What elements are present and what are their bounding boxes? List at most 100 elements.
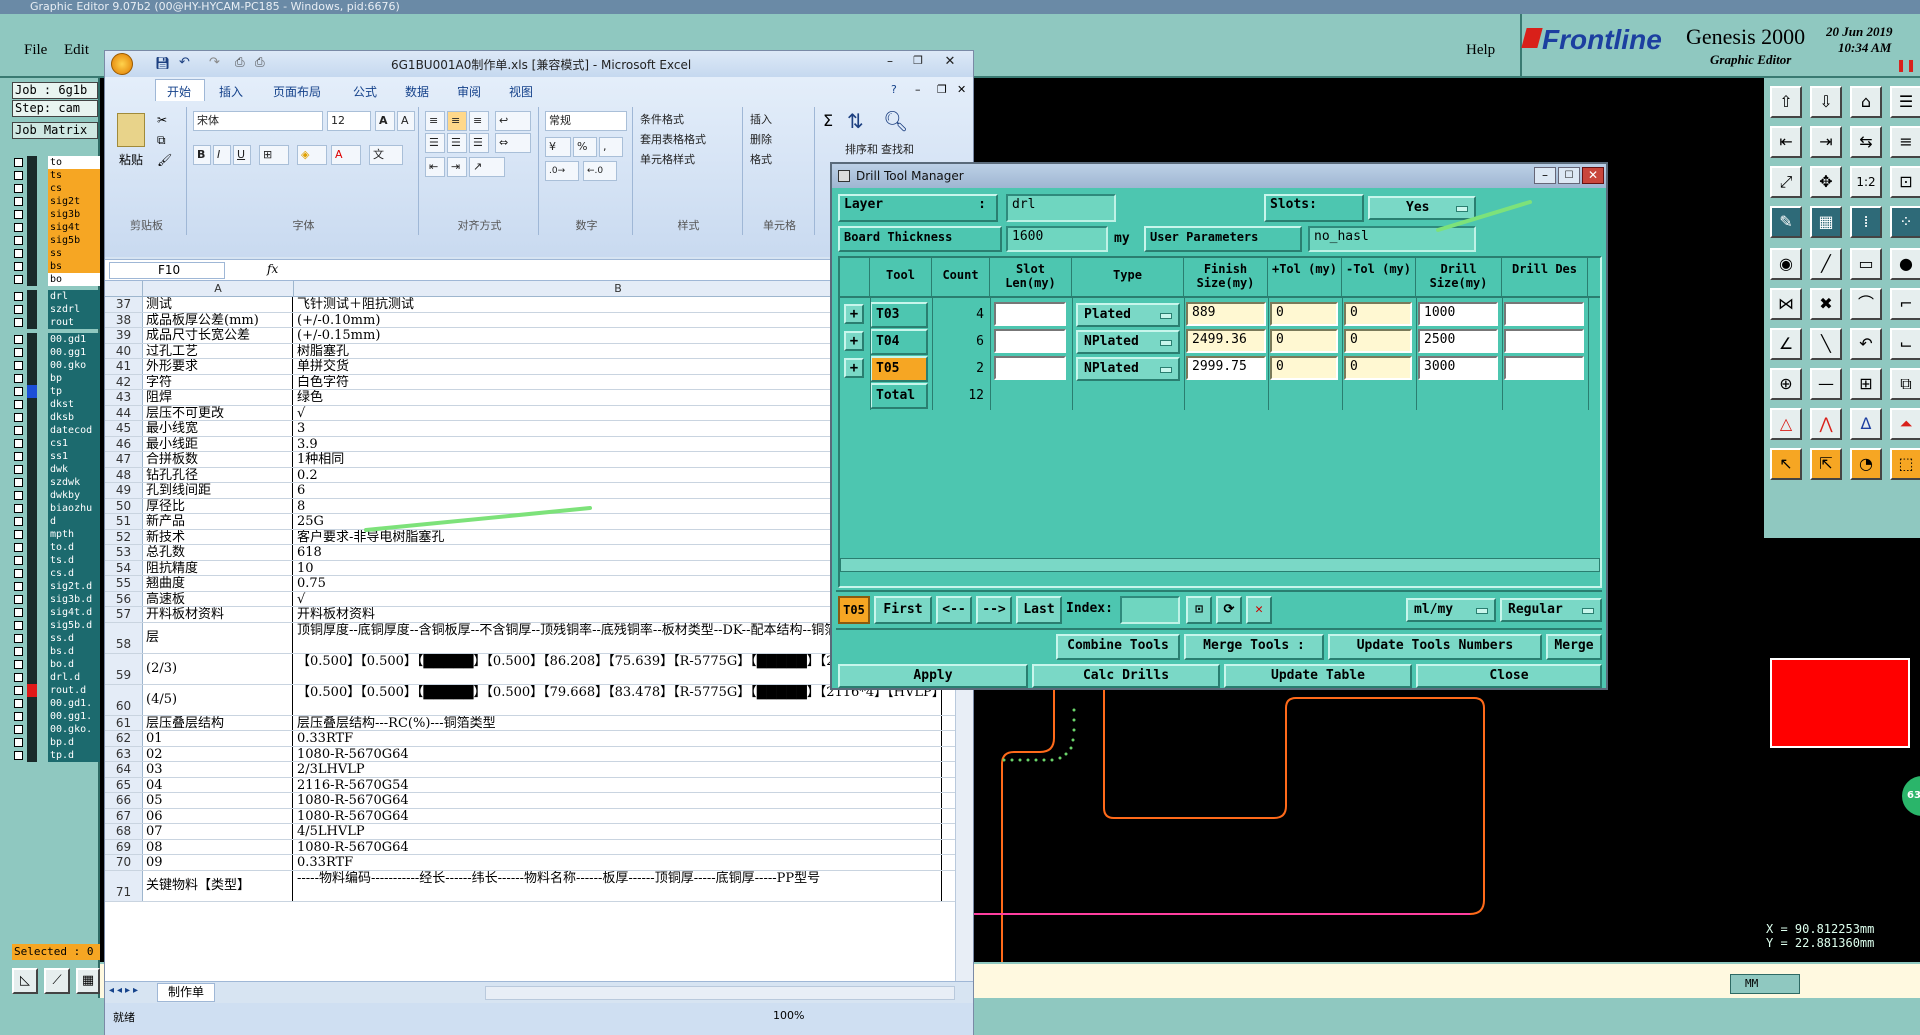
layer-checkbox[interactable]: [14, 569, 23, 578]
layer-checkbox[interactable]: [14, 673, 23, 682]
arc-icon[interactable]: ⌒: [1850, 288, 1882, 320]
format-cells-button[interactable]: 格式: [747, 151, 811, 171]
align-left-icon[interactable]: ☰: [425, 133, 445, 153]
redo-icon[interactable]: ↷: [209, 55, 220, 70]
merge-center-icon[interactable]: ⇔: [495, 133, 531, 153]
refresh-icon[interactable]: ⟳: [1216, 596, 1242, 624]
plus-tol-field[interactable]: 0: [1270, 302, 1338, 326]
expand-row-icon[interactable]: +: [844, 358, 864, 378]
layer-name[interactable]: 00.gg1: [48, 346, 100, 359]
cell-b[interactable]: 0.33RTF: [294, 855, 942, 870]
cell-b[interactable]: 1080-R-5670G64: [294, 839, 942, 854]
layer-color-chip[interactable]: [27, 169, 37, 182]
cell-styles-button[interactable]: 单元格样式: [637, 151, 739, 171]
layer-down-icon[interactable]: ⇩: [1810, 86, 1842, 118]
layer-name[interactable]: bo.d: [48, 658, 100, 671]
conditional-format-button[interactable]: 条件格式: [637, 111, 739, 131]
cell-b[interactable]: 2/3LHVLP: [294, 762, 942, 777]
layer-checkbox[interactable]: [14, 426, 23, 435]
layer-row[interactable]: ts: [14, 169, 100, 182]
layer-color-chip[interactable]: [27, 260, 37, 273]
find-select-label[interactable]: 查找和: [881, 141, 914, 157]
align-middle-icon[interactable]: ≡: [447, 111, 467, 131]
row-number[interactable]: 59: [105, 653, 143, 684]
tab-home[interactable]: 开始: [167, 83, 191, 100]
cell-a[interactable]: 合拼板数: [143, 452, 293, 467]
layer-color-chip[interactable]: [27, 398, 37, 411]
layer-color-chip[interactable]: [27, 554, 37, 567]
layer-checkbox[interactable]: [14, 621, 23, 630]
row-number[interactable]: 53: [105, 545, 143, 560]
indent-icon[interactable]: ⇥: [447, 157, 467, 177]
layer-name[interactable]: ss.d: [48, 632, 100, 645]
menu-file[interactable]: File: [24, 42, 47, 59]
orientation-icon[interactable]: ↗: [469, 157, 505, 177]
cell-a[interactable]: 总孔数: [143, 545, 293, 560]
row-number[interactable]: 51: [105, 514, 143, 529]
first-button[interactable]: First: [874, 596, 932, 624]
layer-checkbox[interactable]: [14, 387, 23, 396]
cell-a[interactable]: 阻焊: [143, 390, 293, 405]
cross-icon[interactable]: ✖: [1810, 288, 1842, 320]
ribbon-minimize[interactable]: –: [915, 83, 921, 96]
cell-a[interactable]: 02: [143, 746, 293, 761]
cell-a[interactable]: 06: [143, 808, 293, 823]
layer-name[interactable]: bs.d: [48, 645, 100, 658]
delta-icon[interactable]: Δ: [1850, 408, 1882, 440]
layer-row[interactable]: 00.gko.: [14, 723, 100, 736]
layer-checkbox[interactable]: [14, 647, 23, 656]
tab-page-layout[interactable]: 页面布局: [273, 83, 321, 100]
layer-color-chip[interactable]: [27, 450, 37, 463]
layer-row[interactable]: dkst: [14, 398, 100, 411]
layer-row[interactable]: 00.gko: [14, 359, 100, 372]
layer-color-chip[interactable]: [27, 528, 37, 541]
pointer-icon[interactable]: ↖: [1770, 448, 1802, 480]
currency-icon[interactable]: ¥: [545, 137, 571, 157]
cell-a[interactable]: 09: [143, 855, 293, 870]
tool-row[interactable]: + T04 6 NPlated 2499.36 0 0 2500: [840, 329, 1600, 355]
layer-checkbox[interactable]: [14, 184, 23, 193]
tab-data[interactable]: 数据: [405, 83, 429, 100]
cell-a[interactable]: 05: [143, 793, 293, 808]
type-dropdown[interactable]: Plated: [1076, 303, 1180, 327]
save-icon[interactable]: 💾︎: [155, 56, 170, 70]
layer-name[interactable]: d: [48, 515, 100, 528]
cut-icon[interactable]: ✂: [157, 113, 167, 127]
font-size-select[interactable]: 12: [327, 111, 371, 131]
layer-row[interactable]: rout.d: [14, 684, 100, 697]
layer-checkbox[interactable]: [14, 171, 23, 180]
units-dropdown[interactable]: MM: [1730, 974, 1800, 994]
cell-b[interactable]: 4/5LHVLP: [294, 824, 942, 839]
layer-name[interactable]: ts.d: [48, 554, 100, 567]
layer-row[interactable]: bo.d: [14, 658, 100, 671]
tool-name[interactable]: T03: [870, 302, 928, 328]
layer-color-chip[interactable]: [27, 489, 37, 502]
row-number[interactable]: 69: [105, 839, 143, 854]
layer-row[interactable]: sig4t.d: [14, 606, 100, 619]
finish-size-field[interactable]: 889: [1186, 302, 1266, 326]
expand-row-icon[interactable]: +: [844, 331, 864, 351]
update-tools-numbers-dropdown[interactable]: Update Tools Numbers: [1328, 634, 1542, 660]
lasso-icon[interactable]: ◔: [1850, 448, 1882, 480]
cell-a[interactable]: 翘曲度: [143, 576, 293, 591]
pan-icon[interactable]: ✥: [1810, 166, 1842, 198]
tool-row[interactable]: + T05 2 NPlated 2999.75 0 0 3000: [840, 356, 1600, 382]
layer-name[interactable]: bs: [48, 260, 100, 273]
paste-icon[interactable]: [117, 113, 145, 147]
row-number[interactable]: 66: [105, 793, 143, 808]
list-icon[interactable]: ☰: [1890, 86, 1920, 118]
layer-checkbox[interactable]: [14, 335, 23, 344]
percent-icon[interactable]: %: [573, 137, 597, 157]
cell-a[interactable]: 成品尺寸长宽公差: [143, 328, 293, 343]
layer-color-chip[interactable]: [27, 619, 37, 632]
nodes-icon[interactable]: ⁘: [1890, 206, 1920, 238]
minus-tol-field[interactable]: 0: [1344, 356, 1412, 380]
format-painter-icon[interactable]: 🖌︎: [157, 153, 172, 167]
tool-name[interactable]: T04: [870, 329, 928, 355]
step-field[interactable]: Step: cam: [12, 100, 98, 117]
layer-row[interactable]: dksb: [14, 411, 100, 424]
layer-row[interactable]: mpth: [14, 528, 100, 541]
layer-row[interactable]: sig4t: [14, 221, 100, 234]
row-number[interactable]: 38: [105, 312, 143, 327]
layer-color-chip[interactable]: [27, 372, 37, 385]
